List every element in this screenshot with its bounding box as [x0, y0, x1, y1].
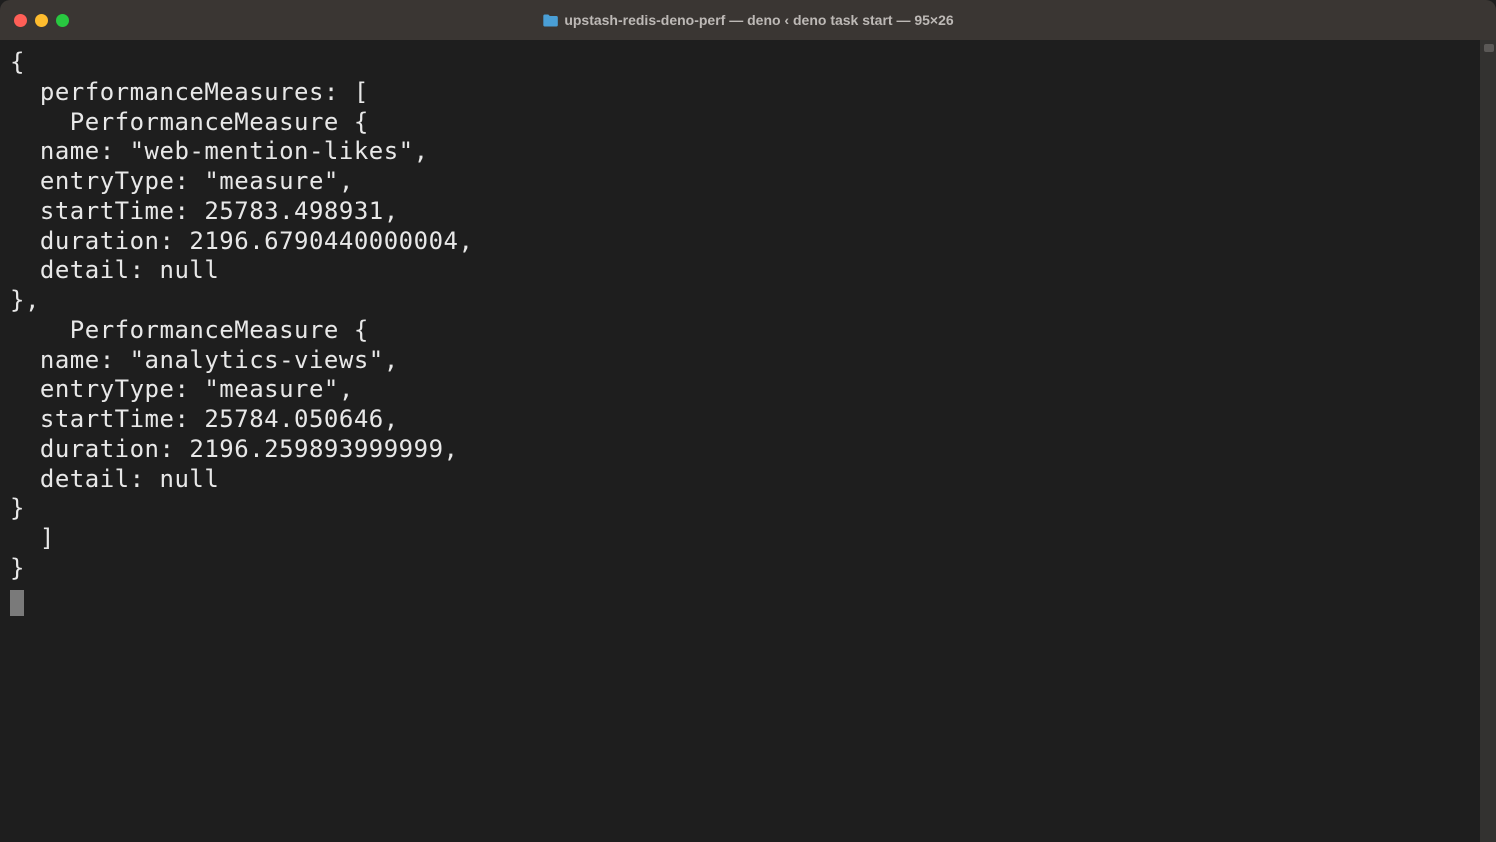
window-title: upstash-redis-deno-perf — deno ‹ deno ta…: [542, 12, 953, 28]
output-line: ]: [10, 524, 55, 552]
output-line: PerformanceMeasure {: [10, 108, 369, 136]
maximize-window-button[interactable]: [56, 14, 69, 27]
output-line: duration: 2196.6790440000004,: [10, 227, 473, 255]
minimize-window-button[interactable]: [35, 14, 48, 27]
output-line: entryType: "measure",: [10, 167, 354, 195]
traffic-lights: [14, 14, 69, 27]
terminal-cursor: [10, 590, 24, 616]
output-line: {: [10, 48, 25, 76]
output-line: detail: null: [10, 256, 219, 284]
terminal-output[interactable]: { performanceMeasures: [ PerformanceMeas…: [0, 40, 1496, 842]
window-title-text: upstash-redis-deno-perf — deno ‹ deno ta…: [564, 12, 953, 28]
output-line: }: [10, 554, 25, 582]
output-line: name: "web-mention-likes",: [10, 137, 429, 165]
output-line: startTime: 25783.498931,: [10, 197, 399, 225]
close-window-button[interactable]: [14, 14, 27, 27]
output-line: entryType: "measure",: [10, 375, 354, 403]
output-line: }: [10, 494, 25, 522]
folder-icon: [542, 14, 558, 27]
output-line: name: "analytics-views",: [10, 346, 399, 374]
output-line: detail: null: [10, 465, 219, 493]
output-line: },: [10, 286, 40, 314]
output-line: PerformanceMeasure {: [10, 316, 369, 344]
output-line: duration: 2196.259893999999,: [10, 435, 458, 463]
window-titlebar: upstash-redis-deno-perf — deno ‹ deno ta…: [0, 0, 1496, 40]
output-line: performanceMeasures: [: [10, 78, 369, 106]
output-line: startTime: 25784.050646,: [10, 405, 399, 433]
